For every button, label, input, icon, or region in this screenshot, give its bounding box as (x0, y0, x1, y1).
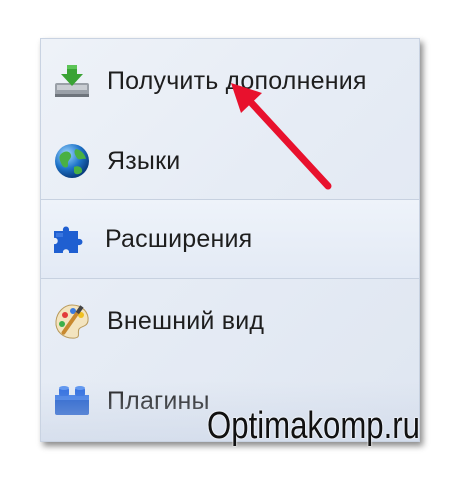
puzzle-piece-icon (47, 216, 93, 262)
menu-item-extensions[interactable]: Расширения (41, 199, 419, 279)
menu-item-label: Внешний вид (107, 306, 265, 335)
palette-brush-icon (49, 298, 95, 344)
globe-icon (49, 138, 95, 184)
addons-category-panel: Получить дополнения Языки Расширения Вне… (40, 38, 420, 442)
download-tray-icon (49, 58, 95, 104)
menu-item-languages[interactable]: Языки (41, 121, 419, 201)
menu-item-appearance[interactable]: Внешний вид (41, 281, 419, 361)
lego-brick-icon (49, 378, 95, 424)
site-watermark: Optimakomp.ru (207, 405, 420, 447)
menu-item-label: Языки (107, 146, 181, 175)
menu-item-get-addons[interactable]: Получить дополнения (41, 41, 419, 121)
menu-item-label: Получить дополнения (107, 66, 367, 95)
menu-item-label: Расширения (105, 224, 253, 253)
menu-item-label: Плагины (107, 386, 210, 415)
